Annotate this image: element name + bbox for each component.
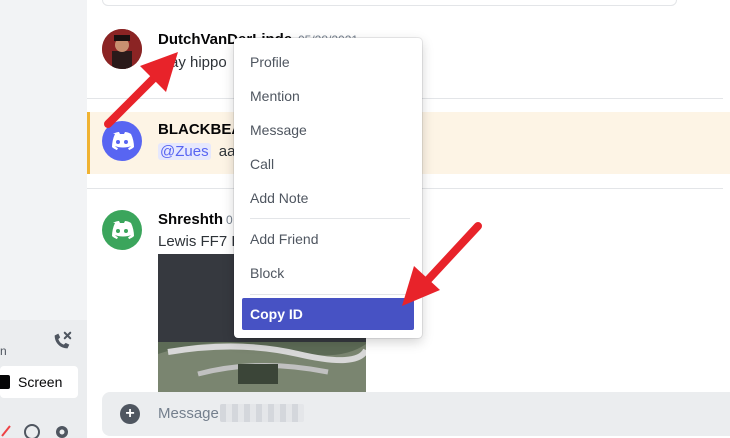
menu-item-add-friend[interactable]: Add Friend <box>242 223 414 255</box>
menu-item-profile[interactable]: Profile <box>242 46 414 78</box>
previous-embed <box>102 0 677 6</box>
user-avatar[interactable] <box>102 29 142 69</box>
user-mention[interactable]: @Zues <box>158 143 211 160</box>
message-author[interactable]: Shreshth <box>158 211 223 228</box>
voice-status-label: n <box>0 344 7 358</box>
user-context-menu: Profile Mention Message Call Add Note Ad… <box>234 38 422 338</box>
mute-icon <box>1 425 11 437</box>
message-timestamp: 0 <box>226 213 233 227</box>
menu-item-message[interactable]: Message <box>242 114 414 146</box>
message-content: ay hippo <box>170 54 227 71</box>
user-avatar[interactable] <box>102 210 142 250</box>
message-author[interactable]: BLACKBEA <box>158 121 242 138</box>
menu-separator <box>250 294 410 295</box>
menu-item-block[interactable]: Block <box>242 257 414 289</box>
message-content: @Zues aaj <box>158 143 239 160</box>
message-content: Lewis FF7 P <box>158 233 242 250</box>
screen-label: Screen <box>18 374 63 390</box>
phone-x-icon[interactable] <box>51 330 73 352</box>
discord-logo-icon <box>112 132 134 150</box>
redacted-channel-name <box>220 404 304 422</box>
menu-item-call[interactable]: Call <box>242 148 414 180</box>
screen-share-button[interactable]: Screen <box>0 366 78 398</box>
discord-logo-icon <box>112 221 134 239</box>
add-attachment-button[interactable]: + <box>120 404 140 424</box>
message-input[interactable]: Message <box>158 405 219 422</box>
headset-icon <box>24 424 40 438</box>
menu-item-copy-id[interactable]: Copy ID <box>242 298 414 330</box>
user-avatar[interactable] <box>102 121 142 161</box>
menu-item-add-note[interactable]: Add Note <box>242 182 414 214</box>
menu-item-mention[interactable]: Mention <box>242 80 414 112</box>
screen-icon <box>0 375 10 389</box>
photo-avatar <box>102 29 142 69</box>
user-settings-bar <box>1 424 68 438</box>
menu-separator <box>250 218 410 219</box>
